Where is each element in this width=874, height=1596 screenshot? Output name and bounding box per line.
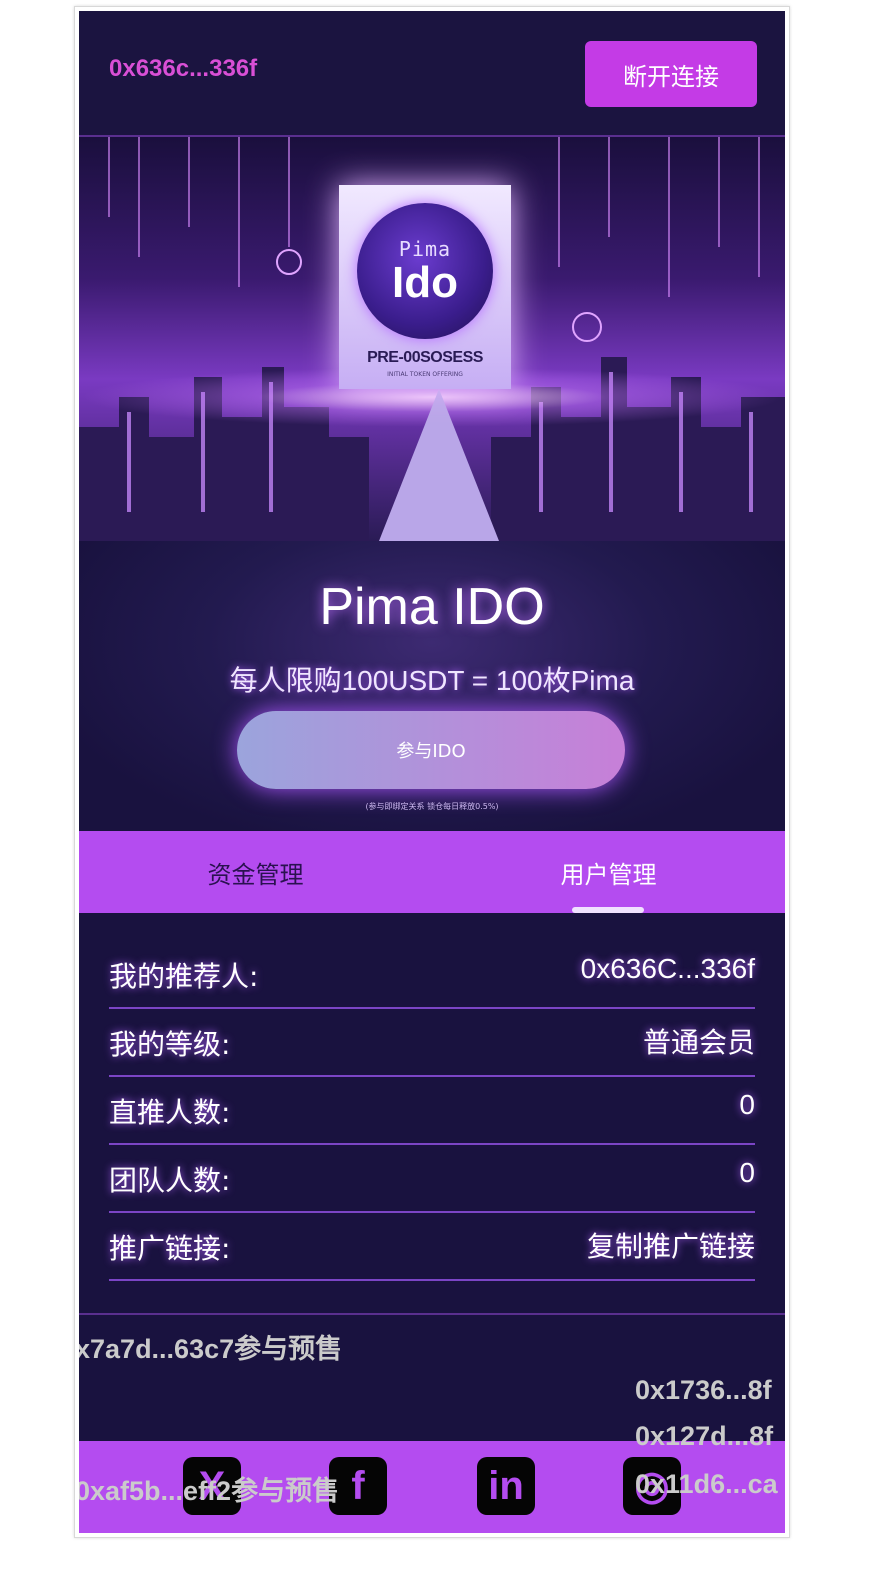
wallet-address: 0x636c...336f — [109, 55, 258, 82]
info-value: 0x636C...336f — [580, 953, 755, 984]
info-row-referral-link: 推广链接: 复制推广链接 — [109, 1213, 755, 1281]
presale-ticker-item: 0x127d...8f — [635, 1421, 774, 1451]
info-label: 我的等级: — [109, 1028, 231, 1061]
info-value: 0 — [739, 1089, 755, 1120]
copy-referral-link-button[interactable]: 复制推广链接 — [587, 1225, 755, 1265]
hero-banner: Pima Ido PRE-00SOSESS INITIAL TOKEN OFFE… — [79, 137, 785, 541]
info-label: 推广链接: — [109, 1232, 231, 1265]
glowing-road — [379, 389, 499, 541]
presale-ticker-item: x7a7d...63c7参与预售 — [79, 1334, 343, 1364]
phone-frame: 0x636c...336f 断开连接 Pima Ido PRE-00SOSESS… — [74, 6, 790, 1538]
tab-bar: 资金管理 用户管理 — [79, 831, 785, 913]
info-row-direct-referrals: 直推人数: 0 — [109, 1077, 755, 1145]
join-ido-button[interactable]: 参与IDO — [237, 711, 625, 789]
presale-ticker-item: 0x1736...8f — [635, 1375, 772, 1405]
tab-fund-management[interactable]: 资金管理 — [79, 831, 432, 913]
presale-ticker-item: 0x11d6...ca — [635, 1469, 778, 1499]
info-value: 0 — [739, 1157, 755, 1188]
app-screen: 0x636c...336f 断开连接 Pima Ido PRE-00SOSESS… — [79, 11, 785, 1533]
ido-section: Pima IDO 每人限购100USDT = 100枚Pima 参与IDO (参… — [79, 541, 785, 831]
user-info-list: 我的推荐人: 0x636C...336f 我的等级: 普通会员 直推人数: 0 … — [109, 941, 755, 1281]
pima-ido-billboard: Pima Ido PRE-00SOSESS INITIAL TOKEN OFFE… — [339, 185, 511, 389]
ido-purchase-limit: 每人限购100USDT = 100枚Pima — [229, 665, 635, 696]
info-row-level: 我的等级: 普通会员 — [109, 1009, 755, 1077]
active-tab-indicator — [572, 907, 644, 913]
disconnect-button[interactable]: 断开连接 — [585, 41, 757, 107]
info-label: 我的推荐人: — [109, 960, 259, 993]
section-divider — [79, 1313, 785, 1315]
info-value: 普通会员 — [642, 1027, 755, 1058]
ido-title: Pima IDO — [319, 578, 545, 636]
presale-ticker-item: 0xaf5b...eff2参与预售 — [79, 1476, 340, 1506]
ido-note: (参与即绑定关系 锁仓每日释放0.5%) — [365, 802, 499, 811]
tab-user-management[interactable]: 用户管理 — [432, 831, 785, 913]
info-row-referrer: 我的推荐人: 0x636C...336f — [109, 941, 755, 1009]
billboard-subcaption: INITIAL TOKEN OFFERING — [387, 371, 463, 378]
linkedin-icon[interactable]: in — [477, 1457, 535, 1515]
pima-ido-logo: Pima Ido — [357, 203, 493, 339]
info-label: 团队人数: — [109, 1164, 231, 1197]
info-row-team-size: 团队人数: 0 — [109, 1145, 755, 1213]
top-bar: 0x636c...336f 断开连接 — [79, 11, 785, 137]
billboard-caption: PRE-00SOSESS — [367, 349, 483, 366]
logo-main-text: Ido — [392, 258, 458, 307]
info-label: 直推人数: — [109, 1096, 231, 1129]
